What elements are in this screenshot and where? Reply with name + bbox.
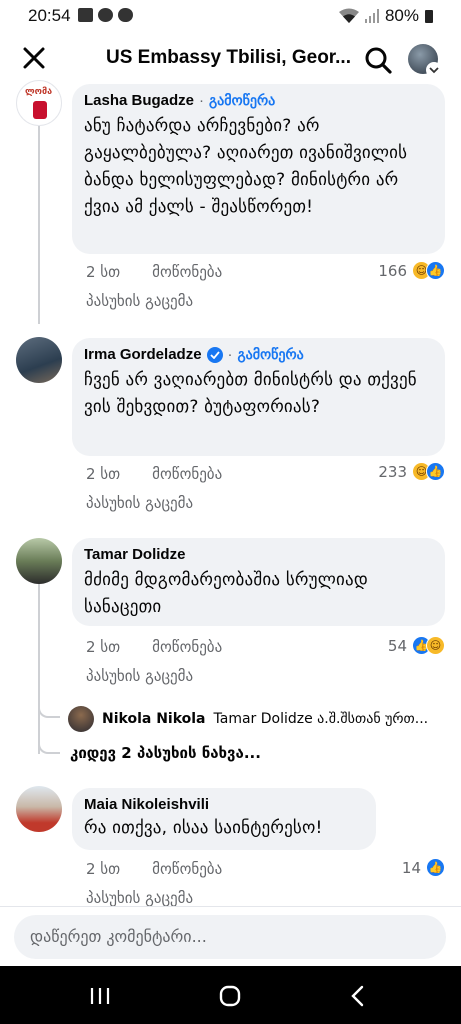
- verified-icon: [206, 346, 223, 363]
- reaction-count: 14: [401, 858, 421, 877]
- search-icon[interactable]: [362, 44, 394, 76]
- reply-button[interactable]: პასუხის გაცემა: [86, 889, 193, 907]
- battery-icon: [425, 9, 433, 23]
- reply-preview[interactable]: Nikola Nikola Tamar Dolidze ა.შ.შსთან ურ…: [68, 706, 448, 732]
- reaction-count: 166: [378, 261, 407, 280]
- comment-actions: 2 სთ მოწონება: [86, 263, 222, 281]
- comment-actions: 2 სთ მოწონება: [86, 638, 222, 656]
- chevron-down-icon: [426, 62, 442, 78]
- comment-bubble: Tamar Dolidze მძიმე მდგომარეობაშია სრული…: [72, 538, 445, 626]
- comment-bubble: Maia Nikoleishvili რა ითქვა, ისაა საინტე…: [72, 788, 376, 850]
- reaction-summary[interactable]: 54 👍 ☺: [388, 636, 445, 655]
- reply-button[interactable]: პასუხის გაცემა: [86, 667, 193, 685]
- avatar[interactable]: [68, 706, 94, 732]
- comment-time: 2 სთ: [86, 860, 121, 878]
- comment-text: რა ითქვა, ისაა საინტერესო!: [84, 818, 323, 838]
- haha-icon: ☺: [426, 636, 445, 655]
- reaction-summary[interactable]: 233 ☺ 👍: [378, 462, 445, 481]
- thread-branch: [38, 700, 60, 718]
- comment-time: 2 სთ: [86, 263, 121, 281]
- view-more-replies[interactable]: კიდევ 2 პასუხის ნახვა...: [70, 744, 261, 762]
- status-right: 80%: [338, 6, 433, 26]
- cloud-icon: [118, 8, 133, 22]
- like-button[interactable]: მოწონება: [152, 638, 222, 656]
- like-icon: 👍: [426, 261, 445, 280]
- comment-time: 2 სთ: [86, 465, 121, 483]
- wifi-icon: [338, 8, 359, 23]
- app-header: US Embassy Tbilisi, Geor...: [0, 36, 461, 82]
- comment-time: 2 სთ: [86, 638, 121, 656]
- comment-text: ჩვენ არ ვაღიარებთ მინისტრს და თქვენ ვის …: [84, 370, 417, 417]
- like-button[interactable]: მოწონება: [152, 263, 222, 281]
- reaction-summary[interactable]: 14 👍: [402, 858, 445, 877]
- separator-dot: ·: [199, 92, 205, 109]
- reply-button[interactable]: პასუხის გაცემა: [86, 292, 193, 310]
- like-button[interactable]: მოწონება: [152, 860, 222, 878]
- reply-author: Nikola Nikola: [102, 711, 206, 727]
- page-avatar[interactable]: [408, 44, 442, 78]
- battery-percent: 80%: [384, 6, 419, 25]
- comment-actions: 2 სთ მოწონება: [86, 860, 222, 878]
- reaction-count: 54: [387, 636, 407, 655]
- comment-bubble: Irma Gordeladze · გამოწერა ჩვენ არ ვაღია…: [72, 338, 445, 456]
- like-icon: 👍: [426, 462, 445, 481]
- like-button[interactable]: მოწონება: [152, 465, 222, 483]
- recent-apps-icon[interactable]: [86, 982, 114, 1010]
- avatar[interactable]: [16, 786, 62, 832]
- comment-input[interactable]: დაწერეთ კომენტარი...: [14, 915, 446, 959]
- status-bar: 20:54 80%: [0, 0, 461, 34]
- close-icon[interactable]: [20, 44, 48, 72]
- status-time: 20:54: [28, 6, 71, 25]
- separator-dot: ·: [227, 346, 233, 363]
- comment-bubble: Lasha Bugadze · გამოწერა ანუ ჩატარდა არჩ…: [72, 84, 445, 254]
- notification-icons: [78, 8, 133, 22]
- thread-line: [38, 584, 40, 754]
- thread-line: [38, 126, 40, 324]
- follow-button[interactable]: გამოწერა: [238, 346, 304, 363]
- comment-composer-bar: დაწერეთ კომენტარი...: [0, 906, 461, 966]
- image-icon: [78, 8, 93, 22]
- follow-button[interactable]: გამოწერა: [209, 92, 275, 109]
- thread-branch: [38, 740, 60, 754]
- back-icon[interactable]: [344, 982, 372, 1010]
- reply-text: Tamar Dolidze ა.შ.შსთან ურთ...: [213, 711, 429, 727]
- comment-author[interactable]: Lasha Bugadze: [84, 92, 194, 109]
- comment-author[interactable]: Tamar Dolidze: [84, 546, 185, 563]
- comment-author[interactable]: Irma Gordeladze: [84, 346, 202, 363]
- avatar[interactable]: [16, 337, 62, 383]
- facebook-icon: [98, 8, 113, 22]
- signal-icon: [364, 9, 379, 23]
- comment-text: ანუ ჩატარდა არჩევნები? არ გაყალბებულა? ა…: [84, 116, 408, 217]
- comment-author[interactable]: Maia Nikoleishvili: [84, 796, 209, 813]
- comment-actions: 2 სთ მოწონება: [86, 465, 222, 483]
- page-title: US Embassy Tbilisi, Geor...: [106, 47, 351, 68]
- system-nav-bar: [0, 966, 461, 1024]
- comment-text: მძიმე მდგომარეობაშია სრულიად სანაცეთი: [84, 570, 368, 617]
- reply-button[interactable]: პასუხის გაცემა: [86, 494, 193, 512]
- reaction-summary[interactable]: 166 ☺ 👍: [378, 261, 445, 280]
- avatar[interactable]: [16, 538, 62, 584]
- like-icon: 👍: [426, 858, 445, 877]
- reaction-count: 233: [378, 462, 407, 481]
- home-icon[interactable]: [216, 982, 244, 1010]
- avatar[interactable]: ლომა: [16, 80, 62, 126]
